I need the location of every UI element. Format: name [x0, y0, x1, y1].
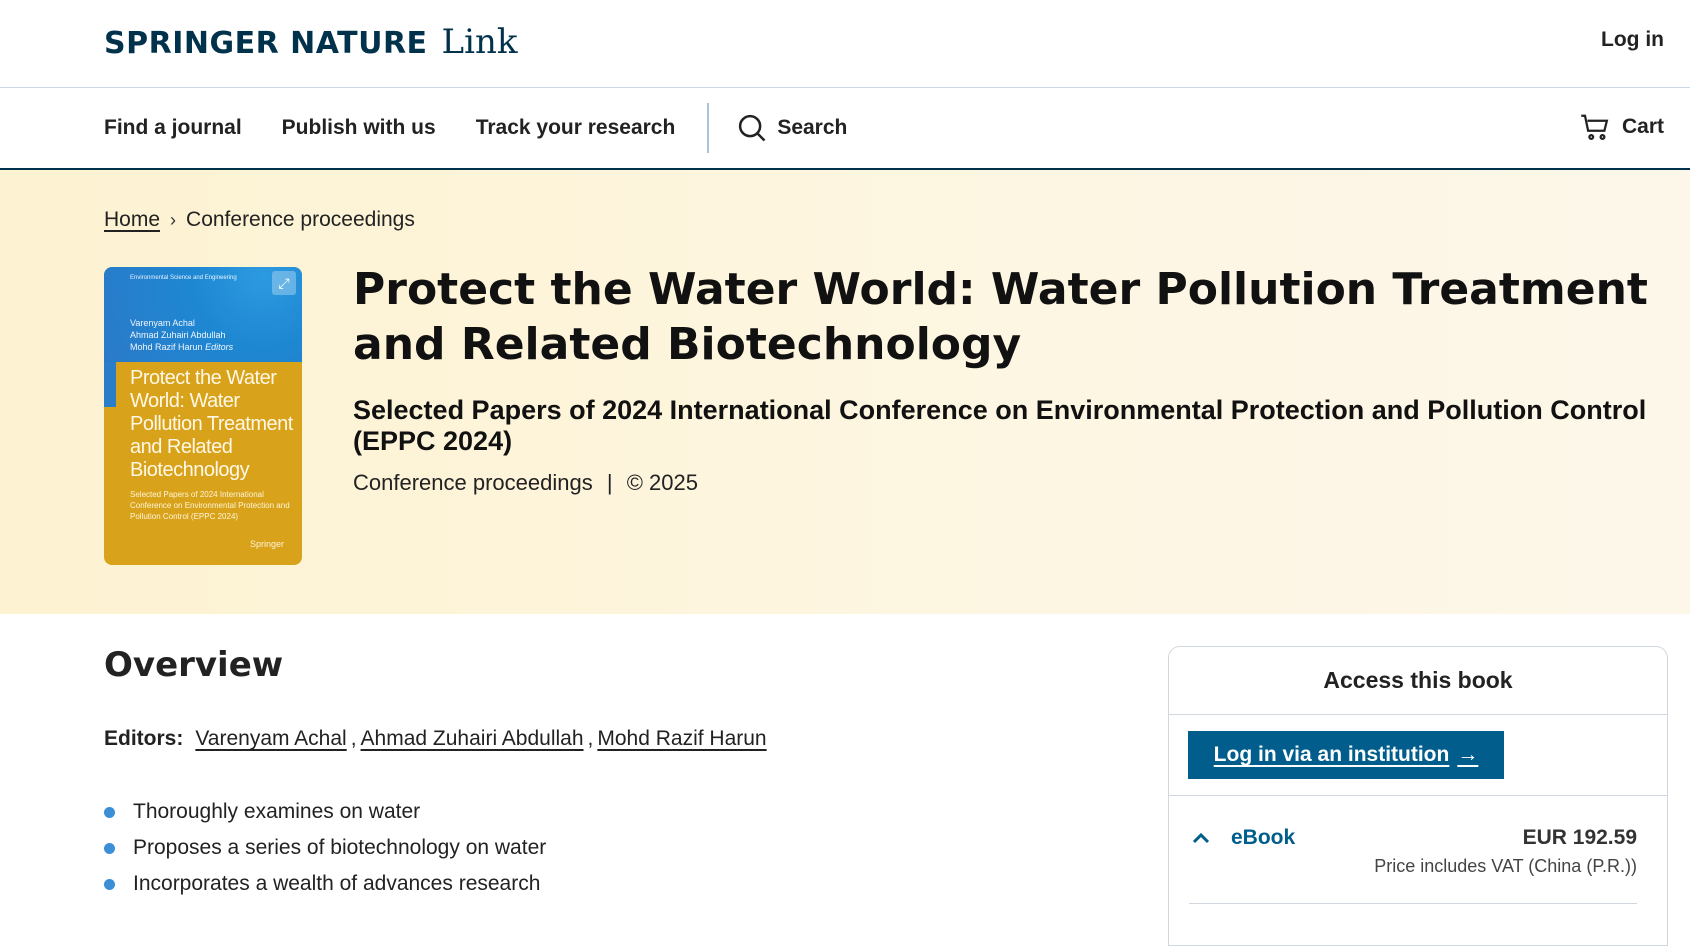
book-cover[interactable]: Environmental Science and Engineering Va…: [104, 267, 302, 565]
meta-separator: |: [606, 470, 613, 495]
search-label: Search: [777, 116, 848, 139]
divider: [1189, 903, 1637, 904]
breadcrumb-home[interactable]: Home: [104, 208, 160, 232]
chevron-right-icon: ›: [170, 209, 177, 230]
cover-title: Protect the Water World: Water Pollution…: [130, 367, 293, 481]
bullet-icon: [104, 806, 115, 818]
editors-line: Editors: Varenyam Achal, Ahmad Zuhairi A…: [104, 727, 767, 751]
cover-editor: Varenyam Achal: [130, 318, 195, 328]
cover-editor: Mohd Razif Harun Editors: [130, 342, 234, 352]
editor-link[interactable]: Varenyam Achal: [195, 727, 346, 751]
cover-subtitle: Selected Papers of 2024 International Co…: [130, 490, 290, 521]
login-link[interactable]: Log in: [1601, 28, 1664, 52]
book-subtitle: Selected Papers of 2024 International Co…: [353, 395, 1647, 456]
cover-side-band: [104, 362, 116, 407]
expand-icon[interactable]: ⤢: [272, 271, 296, 295]
cover-editors: Varenyam Achal Ahmad Zuhairi Abdullah Mo…: [130, 317, 233, 353]
arrow-right-icon: →: [1457, 743, 1479, 766]
book-meta: Conference proceedings | © 2025: [353, 470, 698, 496]
breadcrumb: Home › Conference proceedings: [104, 208, 415, 232]
list-item: Thoroughly examines on water: [104, 794, 546, 830]
list-item: Incorporates a wealth of advances resear…: [104, 866, 546, 902]
nav-find-a-journal[interactable]: Find a journal: [104, 116, 242, 140]
search-icon: [739, 114, 766, 142]
book-year: © 2025: [626, 470, 698, 495]
editor-link[interactable]: Ahmad Zuhairi Abdullah: [361, 727, 584, 751]
cover-publisher: Springer: [249, 539, 284, 549]
cart-icon: [1581, 114, 1609, 140]
cover-editors-tag: Editors: [205, 342, 234, 352]
login-institution-button[interactable]: Log in via an institution →: [1188, 731, 1504, 779]
ebook-label: eBook: [1231, 826, 1296, 849]
book-hero: Home › Conference proceedings Environmen…: [0, 170, 1690, 614]
ebook-price: EUR 192.59: [1522, 826, 1637, 849]
cover-series: Environmental Science and Engineering: [130, 275, 237, 281]
cart-button[interactable]: Cart: [1580, 112, 1664, 142]
logo-link-text: Link: [441, 22, 518, 62]
editors-label: Editors:: [104, 727, 184, 750]
access-heading: Access this book: [1169, 647, 1667, 715]
institution-section: Log in via an institution →: [1169, 715, 1667, 796]
search-button[interactable]: Search: [737, 113, 847, 143]
ebook-option[interactable]: eBook EUR 192.59 Price includes VAT (Chi…: [1169, 796, 1667, 916]
overview-heading: Overview: [104, 645, 284, 685]
list-item: Proposes a series of biotechnology on wa…: [104, 830, 546, 866]
book-type: Conference proceedings: [353, 470, 593, 495]
book-title: Protect the Water World: Water Pollution…: [353, 264, 1648, 370]
top-header: SPRINGER NATURE Link Log in: [0, 0, 1690, 88]
editor-link[interactable]: Mohd Razif Harun: [597, 727, 766, 751]
bullet-icon: [104, 842, 115, 854]
highlights-list: Thoroughly examines on water Proposes a …: [104, 794, 546, 902]
access-panel: Access this book Log in via an instituti…: [1168, 646, 1668, 946]
logo-brand-text: SPRINGER NATURE: [104, 26, 428, 61]
bullet-icon: [104, 878, 115, 890]
cart-label: Cart: [1621, 115, 1664, 138]
cover-editor: Ahmad Zuhairi Abdullah: [130, 330, 226, 340]
nav-track-your-research[interactable]: Track your research: [476, 116, 676, 140]
springer-nature-link-logo[interactable]: SPRINGER NATURE Link: [104, 22, 518, 62]
nav-divider: [707, 103, 710, 153]
chevron-up-icon: [1192, 832, 1210, 844]
breadcrumb-current: Conference proceedings: [186, 208, 415, 231]
nav-publish-with-us[interactable]: Publish with us: [282, 116, 436, 140]
main-nav: Find a journal Publish with us Track you…: [0, 88, 1690, 170]
vat-note: Price includes VAT (China (P.R.)): [1374, 856, 1637, 876]
login-institution-label: Log in via an institution: [1213, 743, 1450, 766]
